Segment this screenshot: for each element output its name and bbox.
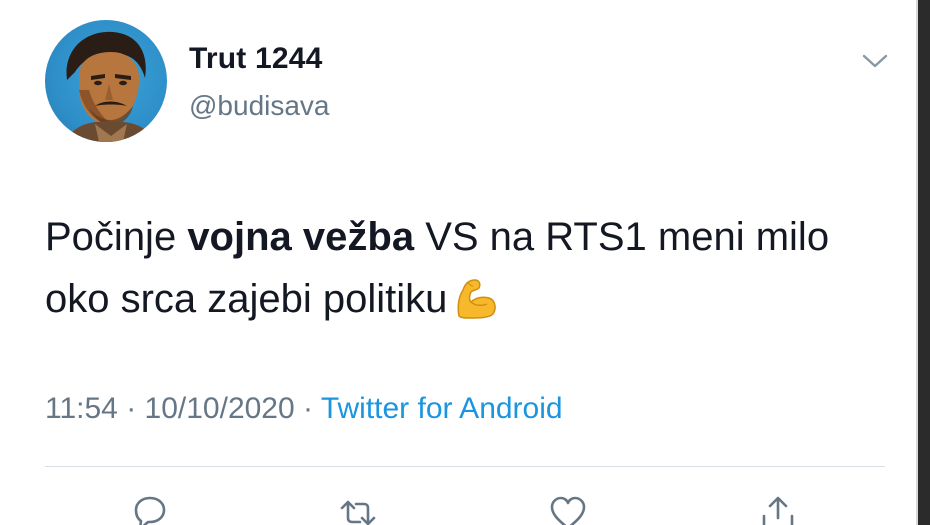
divider — [45, 466, 885, 467]
right-edge-bar — [918, 0, 930, 525]
heart-icon[interactable] — [548, 494, 588, 525]
reply-icon[interactable] — [130, 494, 170, 525]
share-icon[interactable] — [758, 494, 798, 525]
author-avatar[interactable] — [45, 20, 167, 142]
tweet-text-part1: Počinje — [45, 215, 188, 259]
meta-separator-1: · — [117, 392, 145, 425]
tweet-source-link[interactable]: Twitter for Android — [321, 392, 563, 425]
meta-separator-2: · — [294, 392, 321, 425]
tweet-text-bold: vojna vežba — [187, 215, 415, 259]
author-handle[interactable]: @budisava — [189, 90, 330, 122]
tweet-time: 11:54 — [45, 392, 118, 425]
tweet-text: Počinje vojna vežba VS na RTS1 meni milo… — [45, 206, 895, 330]
author-name[interactable]: Trut 1244 — [189, 42, 323, 76]
tweet-screenshot: Trut 1244 @budisava Počinje vojna vežba … — [0, 0, 930, 525]
avatar-portrait-image — [65, 31, 155, 142]
flexed-biceps-emoji-icon — [457, 279, 497, 319]
tweet-meta: 11:54 · 10/10/2020 · Twitter for Android — [45, 392, 563, 426]
tweet-date[interactable]: 10/10/2020 — [145, 392, 295, 425]
retweet-icon[interactable] — [338, 494, 378, 525]
chevron-down-icon[interactable] — [860, 50, 890, 72]
